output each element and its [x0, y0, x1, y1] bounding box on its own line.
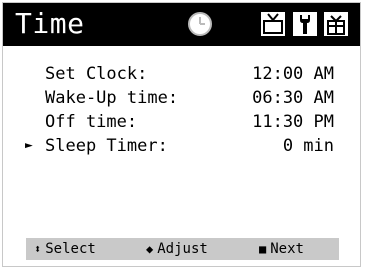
key-hints-bar: ⬍ Select ◆ Adjust ■ Next — [26, 238, 339, 260]
clock-icon[interactable] — [185, 9, 215, 39]
setting-row-set-clock[interactable]: Set Clock: 12:00 AM — [3, 63, 360, 85]
setting-value: 11:30 PM — [252, 112, 334, 132]
hint-select-label: Select — [45, 241, 96, 257]
selection-pointer-icon: ► — [25, 138, 33, 153]
setting-value: 12:00 AM — [252, 64, 334, 84]
title-bar: Time — [3, 3, 360, 46]
hint-adjust: ◆ Adjust — [146, 238, 208, 260]
hint-next: ■ Next — [259, 238, 304, 260]
left-right-arrows-icon: ◆ — [146, 242, 154, 256]
hint-next-label: Next — [270, 241, 304, 257]
setting-label: Sleep Timer: — [45, 136, 168, 156]
gift-icon[interactable] — [321, 9, 351, 39]
setting-value: 0 min — [282, 136, 334, 156]
setting-label: Set Clock: — [45, 64, 148, 84]
setting-label: Wake-Up time: — [45, 88, 179, 108]
tv-icon[interactable] — [258, 9, 288, 39]
up-down-arrows-icon: ⬍ — [34, 242, 42, 256]
setting-row-sleep-timer[interactable]: ► Sleep Timer: 0 min — [3, 135, 360, 157]
hint-adjust-label: Adjust — [157, 241, 208, 257]
page-title: Time — [15, 7, 85, 40]
setting-label: Off time: — [45, 112, 138, 132]
hint-select: ⬍ Select — [34, 238, 96, 260]
square-icon: ■ — [259, 242, 267, 256]
setting-row-off-time[interactable]: Off time: 11:30 PM — [3, 111, 360, 133]
wrench-icon[interactable] — [290, 9, 320, 39]
setting-value: 06:30 AM — [252, 88, 334, 108]
menu-screen: Time Set Clock: 12:00 AM Wake-Up time: 0… — [2, 2, 361, 267]
setting-row-wake-up-time[interactable]: Wake-Up time: 06:30 AM — [3, 87, 360, 109]
